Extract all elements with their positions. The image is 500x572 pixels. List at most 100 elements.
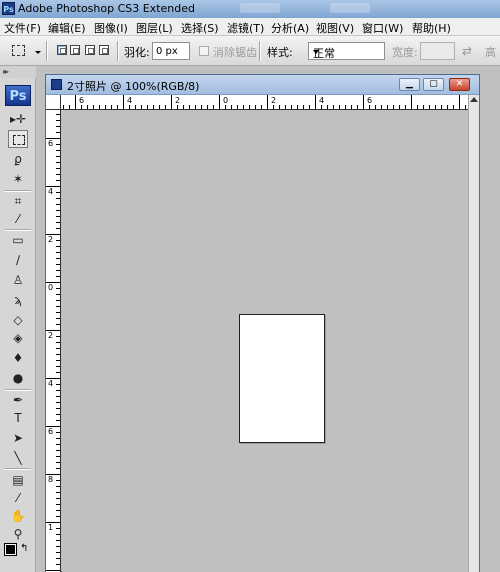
magic-wand-icon[interactable]: ✶ (8, 170, 28, 188)
menu-help[interactable]: 帮助(H) (412, 20, 451, 36)
ruler-tick-label: 1 (48, 523, 54, 532)
swap-icon[interactable]: ⇄ (462, 44, 472, 58)
ruler-tick (56, 468, 60, 469)
add-selection-mode[interactable] (70, 45, 80, 55)
expand-icon: ▸▸ (3, 67, 9, 76)
eraser-icon[interactable]: ◇ (8, 311, 28, 329)
ruler-tick (219, 95, 220, 109)
ruler-tick (195, 105, 196, 109)
ruler-tick (69, 105, 70, 109)
antialias-checkbox[interactable] (199, 46, 209, 56)
hand-icon[interactable]: ✋ (8, 507, 28, 525)
new-selection-mode[interactable] (57, 45, 67, 55)
close-button[interactable]: ✕ (449, 78, 470, 91)
style-label: 样式: (267, 46, 293, 59)
ruler-tick (291, 105, 292, 109)
document-titlebar[interactable]: 2寸照片 @ 100%(RGB/8) ▁ ▢ ✕ (46, 75, 479, 95)
menu-image[interactable]: 图像(I) (94, 20, 128, 36)
ruler-tick (429, 105, 430, 109)
ruler-tick (56, 432, 60, 433)
eyedropper2-icon[interactable]: ⁄ (8, 489, 28, 507)
horizontal-ruler[interactable]: 6 4 2 0 2 4 6 (61, 95, 479, 110)
ruler-tick (465, 105, 466, 109)
type-icon[interactable]: T (8, 409, 28, 427)
ruler-tick (56, 132, 60, 133)
line-icon[interactable]: ╲ (8, 449, 28, 467)
clone-stamp-icon[interactable]: ♙ (8, 271, 28, 289)
color-swatches[interactable]: ↰ (4, 543, 31, 570)
path-selection-icon[interactable]: ➤ (8, 429, 28, 447)
tool-preset-picker[interactable] (8, 41, 41, 61)
ruler-tick (321, 105, 322, 109)
ruler-tick (123, 95, 124, 109)
ruler-tick (183, 105, 184, 109)
ps-logo[interactable]: Ps (5, 85, 31, 106)
document-canvas[interactable] (239, 314, 325, 443)
divider (117, 41, 118, 61)
toolbox-gripper[interactable]: ▸▸ (0, 66, 36, 78)
ruler-tick (56, 114, 60, 115)
ruler-tick (447, 105, 448, 109)
ruler-tick (56, 492, 60, 493)
history-brush-icon[interactable]: ϡ (8, 291, 28, 309)
ruler-tick (159, 105, 160, 109)
menu-layer[interactable]: 图层(L) (136, 20, 173, 36)
vertical-scrollbar[interactable] (468, 95, 479, 572)
pasteboard[interactable] (62, 111, 468, 572)
crop-icon[interactable]: ⌗ (8, 192, 28, 210)
menu-analysis[interactable]: 分析(A) (271, 20, 309, 36)
ruler-tick (56, 420, 60, 421)
ruler-tick (297, 105, 298, 109)
ruler-tick (285, 105, 286, 109)
menu-filter[interactable]: 滤镜(T) (227, 20, 264, 36)
menu-file[interactable]: 文件(F) (4, 20, 41, 36)
maximize-button[interactable]: ▢ (423, 78, 444, 91)
ruler-tick (303, 105, 304, 109)
brush-icon[interactable]: ∕ (8, 251, 28, 269)
ruler-tick (56, 528, 60, 529)
healing-brush-icon[interactable]: ▭ (8, 231, 28, 249)
move-icon[interactable]: ▸✛ (8, 110, 28, 128)
menu-edit[interactable]: 编辑(E) (48, 20, 86, 36)
ruler-tick (46, 570, 60, 571)
paint-bucket-icon[interactable]: ◈ (8, 329, 28, 347)
vertical-ruler[interactable]: 6 4 2 0 2 4 6 8 1 (46, 110, 61, 572)
foreground-color[interactable] (4, 543, 17, 556)
rect-marquee-icon[interactable] (8, 130, 28, 148)
notes-icon[interactable]: ▤ (8, 471, 28, 489)
ruler-tick (56, 510, 60, 511)
lasso-icon[interactable]: ϼ (8, 150, 28, 168)
subtract-selection-mode[interactable] (85, 45, 95, 55)
menu-select[interactable]: 选择(S) (181, 20, 219, 36)
ruler-tick (56, 300, 60, 301)
ruler-tick (105, 105, 106, 109)
pen-icon[interactable]: ✒ (8, 391, 28, 409)
menu-view[interactable]: 视图(V) (316, 20, 354, 36)
width-input[interactable] (420, 42, 455, 60)
scroll-up-icon[interactable] (470, 97, 478, 102)
ruler-tick (56, 360, 60, 361)
dodge-icon[interactable]: ● (8, 369, 28, 387)
ruler-tick (153, 105, 154, 109)
feather-input[interactable] (152, 42, 190, 60)
ruler-tick (56, 534, 60, 535)
swap-colors-icon[interactable]: ↰ (20, 543, 28, 554)
ruler-tick (117, 105, 118, 109)
ruler-tick (56, 456, 60, 457)
ruler-tick (56, 402, 60, 403)
ruler-tick (56, 216, 60, 217)
menu-window[interactable]: 窗口(W) (362, 20, 403, 36)
minimize-button[interactable]: ▁ (399, 78, 420, 91)
antialias-label: 消除锯齿 (213, 46, 257, 59)
intersect-selection-mode[interactable] (99, 45, 109, 55)
ruler-tick-label: 6 (79, 96, 85, 105)
ruler-tick (56, 318, 60, 319)
blur-icon[interactable]: ♦ (8, 349, 28, 367)
style-select[interactable]: 正常 (308, 42, 385, 60)
zoom-icon[interactable]: ⚲ (8, 525, 28, 543)
ruler-origin[interactable] (46, 95, 61, 110)
ruler-tick (435, 105, 436, 109)
ruler-tick (56, 408, 60, 409)
eyedropper-icon[interactable]: ⁄ (8, 210, 28, 228)
ruler-tick (56, 486, 60, 487)
